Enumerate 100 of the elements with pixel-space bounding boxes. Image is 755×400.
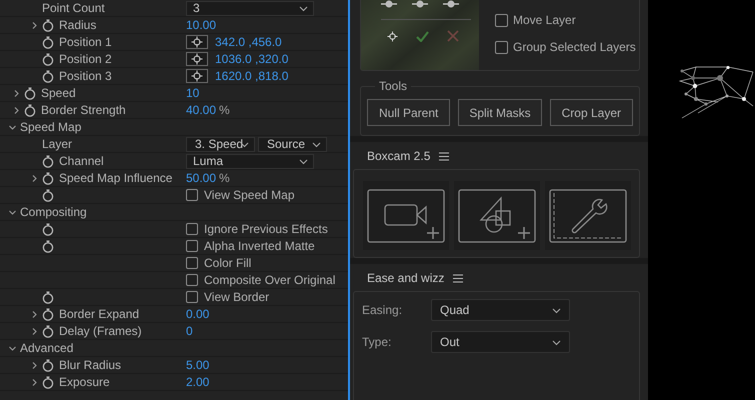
dropdown[interactable]: 3. Speed: [186, 136, 255, 152]
tile-button[interactable]: [454, 181, 540, 250]
group-title: Tools: [378, 79, 408, 93]
dropdown[interactable]: Luma: [186, 154, 314, 168]
value-field[interactable]: 10: [186, 86, 200, 100]
value-field[interactable]: 10.00: [186, 18, 216, 32]
field-label: Type:: [362, 335, 392, 349]
checkbox-label: Alpha Inverted Matte: [204, 239, 315, 253]
stopwatch-icon[interactable]: [42, 358, 54, 372]
stopwatch-icon[interactable]: [42, 222, 54, 236]
stopwatch-icon[interactable]: [42, 36, 54, 48]
chevron-icon[interactable]: [30, 360, 38, 370]
value-field[interactable]: 0.00: [186, 307, 210, 321]
checkbox[interactable]: [186, 223, 198, 235]
group-label: Speed Map: [20, 120, 82, 134]
checkbox-label: Color Fill: [204, 256, 252, 270]
stopwatch-icon[interactable]: [24, 86, 36, 100]
stopwatch-icon[interactable]: [42, 188, 54, 202]
chevron-icon[interactable]: [30, 378, 38, 386]
checkbox[interactable]: [186, 189, 198, 201]
property-label: Speed Map Influence: [59, 171, 172, 185]
stopwatch-icon[interactable]: [42, 70, 54, 82]
chevron-icon: [312, 142, 321, 148]
crosshair-button[interactable]: [186, 52, 208, 66]
checkbox[interactable]: [495, 40, 508, 54]
stopwatch-icon[interactable]: [42, 240, 54, 252]
chevron-icon[interactable]: [8, 122, 17, 132]
stopwatch-icon[interactable]: [24, 104, 36, 116]
dropdown[interactable]: Quad: [431, 299, 570, 321]
stopwatch-icon[interactable]: [42, 52, 54, 66]
value-field[interactable]: 342.0 ,456.0: [215, 35, 282, 49]
value-field[interactable]: 40.00: [186, 103, 216, 117]
group-label: Compositing: [20, 205, 87, 219]
chevron-icon[interactable]: [30, 20, 38, 30]
crosshair-icon[interactable]: [387, 30, 398, 42]
value-field[interactable]: 5.00: [186, 358, 210, 372]
stopwatch-icon[interactable]: [42, 18, 54, 32]
checkbox[interactable]: [186, 240, 198, 252]
checkbox[interactable]: [495, 14, 508, 26]
property-label: Border Strength: [41, 103, 126, 117]
chevron-icon[interactable]: [8, 208, 17, 216]
tile-button[interactable]: [363, 181, 449, 250]
dropdown[interactable]: Out: [431, 331, 570, 353]
stopwatch-icon[interactable]: [42, 308, 54, 320]
property-label: Border Expand: [59, 307, 140, 321]
property-label: Position 2: [59, 52, 112, 66]
tool-button[interactable]: Split Masks: [458, 99, 542, 126]
stopwatch-icon[interactable]: [42, 324, 54, 338]
dropdown[interactable]: Source: [258, 136, 327, 152]
property-label: Point Count: [42, 1, 105, 15]
unit-label: %: [219, 103, 230, 117]
stopwatch-icon[interactable]: [42, 290, 54, 304]
shapes-add-icon: [458, 188, 536, 242]
chevron-icon[interactable]: [12, 106, 20, 114]
group-label: Advanced: [20, 341, 74, 355]
checkbox[interactable]: [186, 274, 198, 286]
value-field[interactable]: 1620.0 ,818.0: [215, 69, 288, 83]
property-label: Radius: [59, 18, 96, 32]
wrench-icon: [549, 188, 627, 242]
checkbox-label: Group Selected Layers: [513, 40, 636, 54]
chevron-icon: [299, 158, 308, 164]
property-label: Speed: [41, 86, 76, 100]
chevron-icon[interactable]: [12, 88, 20, 98]
field-label: Easing:: [362, 303, 404, 317]
checkbox[interactable]: [186, 257, 198, 269]
dropdown[interactable]: 3: [186, 0, 314, 16]
property-label: Position 3: [59, 69, 112, 83]
stopwatch-icon[interactable]: [42, 172, 54, 184]
chevron-icon[interactable]: [30, 174, 38, 182]
property-label: Channel: [59, 154, 104, 168]
check-icon[interactable]: [416, 30, 429, 42]
tool-button[interactable]: Crop Layer: [550, 99, 633, 126]
checkbox-label: Move Layer: [513, 13, 576, 27]
chevron-icon[interactable]: [30, 310, 38, 318]
crosshair-button[interactable]: [186, 69, 208, 83]
camera-add-icon: [367, 188, 445, 242]
checkbox-label: View Border: [204, 290, 270, 304]
checkbox-label: View Speed Map: [204, 188, 295, 202]
unit-label: %: [219, 171, 230, 185]
checkbox[interactable]: [186, 291, 198, 303]
menu-icon[interactable]: [439, 152, 450, 160]
checkbox-label: Ignore Previous Effects: [204, 222, 328, 236]
crosshair-button[interactable]: [186, 35, 208, 49]
property-label: Delay (Frames): [59, 324, 142, 338]
value-field[interactable]: 1036.0 ,320.0: [215, 52, 288, 66]
stopwatch-icon[interactable]: [42, 376, 54, 388]
tool-button[interactable]: Null Parent: [367, 99, 450, 126]
tile-button[interactable]: [545, 181, 631, 250]
value-field[interactable]: 50.00: [186, 171, 216, 185]
stopwatch-icon[interactable]: [42, 154, 54, 168]
property-label: Exposure: [59, 375, 110, 389]
value-field[interactable]: 0: [186, 324, 193, 338]
property-label: Position 1: [59, 35, 112, 49]
chevron-icon[interactable]: [8, 344, 17, 352]
chevron-icon[interactable]: [30, 326, 38, 336]
menu-icon[interactable]: [453, 274, 464, 282]
chevron-icon: [552, 308, 561, 314]
checkbox-label: Composite Over Original: [204, 273, 336, 287]
value-field[interactable]: 2.00: [186, 375, 210, 389]
property-label: Layer: [42, 137, 72, 151]
